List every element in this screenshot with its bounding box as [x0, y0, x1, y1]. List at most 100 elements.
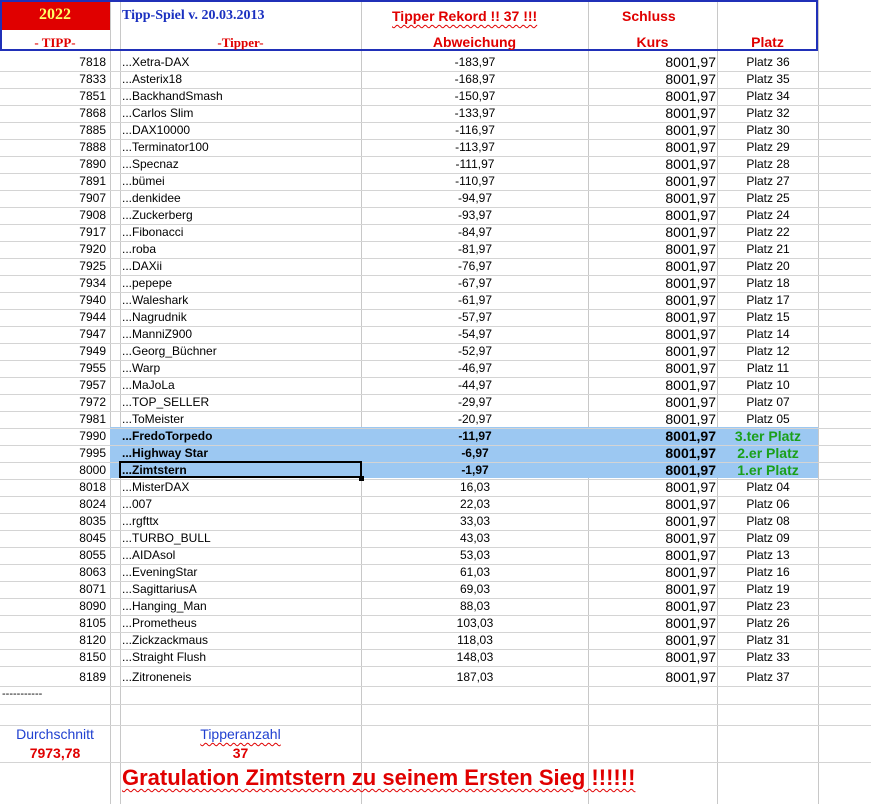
tipper-name-cell[interactable]: ...MisterDAX	[122, 479, 360, 496]
tipper-name-cell[interactable]: ...EveningStar	[122, 564, 360, 581]
tipp-cell[interactable]: 8120	[0, 632, 106, 649]
tipp-cell[interactable]: 8024	[0, 496, 106, 513]
deviation-cell[interactable]: -133,97	[362, 105, 588, 122]
tipp-cell[interactable]: 7990	[0, 428, 106, 445]
game-title[interactable]: Tipp-Spiel v. 20.03.2013	[122, 8, 265, 24]
platz-cell[interactable]: Platz 04	[718, 479, 818, 496]
tipper-name-cell[interactable]: ...Zuckerberg	[122, 207, 360, 224]
tipper-name-cell[interactable]: ...Terminator100	[122, 139, 360, 156]
platz-cell[interactable]: Platz 11	[718, 360, 818, 377]
platz-cell[interactable]: Platz 12	[718, 343, 818, 360]
tipp-cell[interactable]: 7868	[0, 105, 106, 122]
platz-cell[interactable]: Platz 07	[718, 394, 818, 411]
deviation-cell[interactable]: -84,97	[362, 224, 588, 241]
tipper-name-cell[interactable]: ...Waleshark	[122, 292, 360, 309]
tipp-cell[interactable]: 7908	[0, 207, 106, 224]
platz-cell[interactable]: Platz 29	[718, 139, 818, 156]
tipp-cell[interactable]: 7940	[0, 292, 106, 309]
kurs-cell[interactable]: 8001,97	[590, 156, 716, 173]
count-value[interactable]: 37	[120, 745, 361, 761]
kurs-cell[interactable]: 8001,97	[590, 581, 716, 598]
deviation-cell[interactable]: -57,97	[362, 309, 588, 326]
platz-cell[interactable]: Platz 15	[718, 309, 818, 326]
deviation-cell[interactable]: 187,03	[362, 669, 588, 686]
kurs-cell[interactable]: 8001,97	[590, 309, 716, 326]
platz-cell[interactable]: Platz 05	[718, 411, 818, 428]
tipp-cell[interactable]: 7934	[0, 275, 106, 292]
col-header-platz[interactable]: Platz	[717, 34, 818, 50]
platz-cell[interactable]: 2.er Platz	[718, 445, 818, 462]
kurs-cell[interactable]: 8001,97	[590, 275, 716, 292]
platz-cell[interactable]: Platz 10	[718, 377, 818, 394]
deviation-cell[interactable]: -110,97	[362, 173, 588, 190]
deviation-cell[interactable]: 148,03	[362, 649, 588, 666]
kurs-cell[interactable]: 8001,97	[590, 632, 716, 649]
deviation-cell[interactable]: 69,03	[362, 581, 588, 598]
average-label[interactable]: Durchschnitt	[0, 726, 110, 742]
kurs-cell[interactable]: 8001,97	[590, 615, 716, 632]
kurs-cell[interactable]: 8001,97	[590, 445, 716, 462]
tipp-cell[interactable]: 7888	[0, 139, 106, 156]
kurs-cell[interactable]: 8001,97	[590, 547, 716, 564]
platz-cell[interactable]: Platz 32	[718, 105, 818, 122]
platz-cell[interactable]: Platz 13	[718, 547, 818, 564]
tipper-name-cell[interactable]: ...ManniZ900	[122, 326, 360, 343]
tipper-name-cell[interactable]: ...denkidee	[122, 190, 360, 207]
tipp-cell[interactable]: 7890	[0, 156, 106, 173]
tipp-cell[interactable]: 8189	[0, 669, 106, 686]
deviation-cell[interactable]: 43,03	[362, 530, 588, 547]
average-value[interactable]: 7973,78	[0, 745, 110, 761]
tipper-name-cell[interactable]: ...ToMeister	[122, 411, 360, 428]
deviation-cell[interactable]: -150,97	[362, 88, 588, 105]
separator-text[interactable]: -----------	[2, 688, 42, 700]
platz-cell[interactable]: Platz 08	[718, 513, 818, 530]
kurs-cell[interactable]: 8001,97	[590, 224, 716, 241]
col-header-kurs[interactable]: Kurs	[588, 34, 717, 50]
platz-cell[interactable]: Platz 30	[718, 122, 818, 139]
deviation-cell[interactable]: -44,97	[362, 377, 588, 394]
tipper-name-cell[interactable]: ...Xetra-DAX	[122, 54, 360, 71]
platz-cell[interactable]: Platz 21	[718, 241, 818, 258]
kurs-cell[interactable]: 8001,97	[590, 54, 716, 71]
deviation-cell[interactable]: -111,97	[362, 156, 588, 173]
tipper-name-cell[interactable]: ...Zitroneneis	[122, 669, 360, 686]
deviation-cell[interactable]: 103,03	[362, 615, 588, 632]
tipp-cell[interactable]: 7907	[0, 190, 106, 207]
tipp-cell[interactable]: 7818	[0, 54, 106, 71]
platz-cell[interactable]: 3.ter Platz	[718, 428, 818, 445]
platz-cell[interactable]: Platz 09	[718, 530, 818, 547]
deviation-cell[interactable]: 118,03	[362, 632, 588, 649]
tipp-cell[interactable]: 7957	[0, 377, 106, 394]
deviation-cell[interactable]: 88,03	[362, 598, 588, 615]
kurs-cell[interactable]: 8001,97	[590, 513, 716, 530]
kurs-cell[interactable]: 8001,97	[590, 292, 716, 309]
platz-cell[interactable]: Platz 25	[718, 190, 818, 207]
tipp-cell[interactable]: 7949	[0, 343, 106, 360]
kurs-cell[interactable]: 8001,97	[590, 394, 716, 411]
tipper-name-cell[interactable]: ...roba	[122, 241, 360, 258]
deviation-cell[interactable]: 22,03	[362, 496, 588, 513]
deviation-cell[interactable]: -29,97	[362, 394, 588, 411]
tipper-name-cell[interactable]: ...Highway Star	[122, 445, 360, 462]
platz-cell[interactable]: Platz 17	[718, 292, 818, 309]
tipper-name-cell[interactable]: ...Prometheus	[122, 615, 360, 632]
tipp-cell[interactable]: 7925	[0, 258, 106, 275]
platz-cell[interactable]: Platz 20	[718, 258, 818, 275]
deviation-cell[interactable]: 33,03	[362, 513, 588, 530]
deviation-cell[interactable]: -116,97	[362, 122, 588, 139]
tipper-name-cell[interactable]: ...Warp	[122, 360, 360, 377]
deviation-cell[interactable]: 53,03	[362, 547, 588, 564]
tipper-name-cell[interactable]: ...TURBO_BULL	[122, 530, 360, 547]
tipp-cell[interactable]: 7885	[0, 122, 106, 139]
tipp-cell[interactable]: 8045	[0, 530, 106, 547]
platz-cell[interactable]: Platz 26	[718, 615, 818, 632]
tipp-cell[interactable]: 7947	[0, 326, 106, 343]
kurs-cell[interactable]: 8001,97	[590, 343, 716, 360]
tipper-name-cell[interactable]: ...Zickzackmaus	[122, 632, 360, 649]
tipp-cell[interactable]: 7981	[0, 411, 106, 428]
kurs-cell[interactable]: 8001,97	[590, 360, 716, 377]
col-header-tipp[interactable]: - TIPP-	[0, 35, 110, 51]
deviation-cell[interactable]: -168,97	[362, 71, 588, 88]
deviation-cell[interactable]: -61,97	[362, 292, 588, 309]
kurs-cell[interactable]: 8001,97	[590, 122, 716, 139]
